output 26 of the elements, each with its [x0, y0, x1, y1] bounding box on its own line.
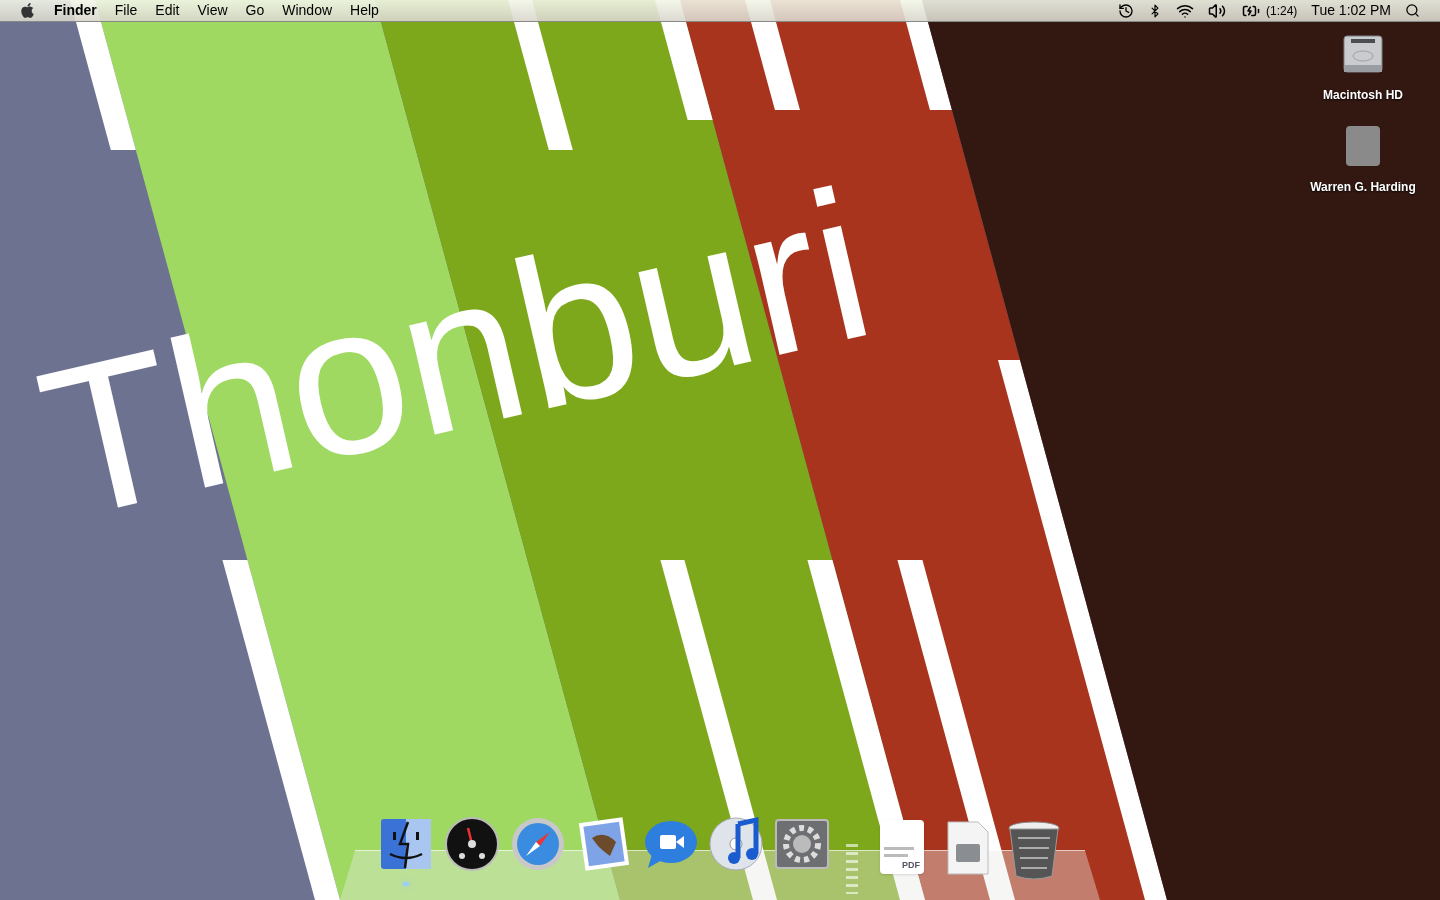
menu-item[interactable]: File — [114, 0, 138, 21]
pdf-document-icon[interactable]: PDF — [880, 820, 924, 874]
clock[interactable]: Tue 1:02 PM — [1311, 0, 1391, 21]
compass-icon[interactable] — [510, 816, 566, 872]
music-disc-icon[interactable] — [708, 816, 764, 872]
menu-item[interactable]: Go — [245, 0, 265, 21]
hard-drive-icon[interactable] — [1341, 32, 1385, 76]
apple-menu-icon[interactable] — [19, 2, 36, 19]
battery-time[interactable]: (1:24) — [1266, 1, 1298, 20]
menu-item[interactable]: Window — [282, 0, 333, 21]
app-menu[interactable]: Finder — [54, 0, 97, 21]
menu-item[interactable]: Help — [350, 0, 379, 21]
document-label: PDF — [902, 861, 920, 870]
trash-can-icon[interactable] — [1006, 820, 1062, 880]
desktop-icon-label[interactable]: Warren G. Harding — [1310, 178, 1416, 196]
volume-icon[interactable] — [1208, 1, 1226, 20]
search-icon[interactable] — [1405, 3, 1420, 18]
disk-document-icon[interactable] — [946, 820, 990, 876]
gauge-icon[interactable] — [444, 816, 500, 872]
wallpaper-text: Thonburi — [24, 157, 888, 552]
menu-item[interactable]: Edit — [155, 0, 180, 21]
menu-item[interactable]: View — [197, 0, 228, 21]
smiling-face-icon[interactable] — [378, 816, 434, 872]
time-machine-icon[interactable] — [1118, 2, 1134, 19]
desktop-icon-label[interactable]: Macintosh HD — [1323, 86, 1403, 104]
gear-icon[interactable] — [774, 816, 830, 872]
